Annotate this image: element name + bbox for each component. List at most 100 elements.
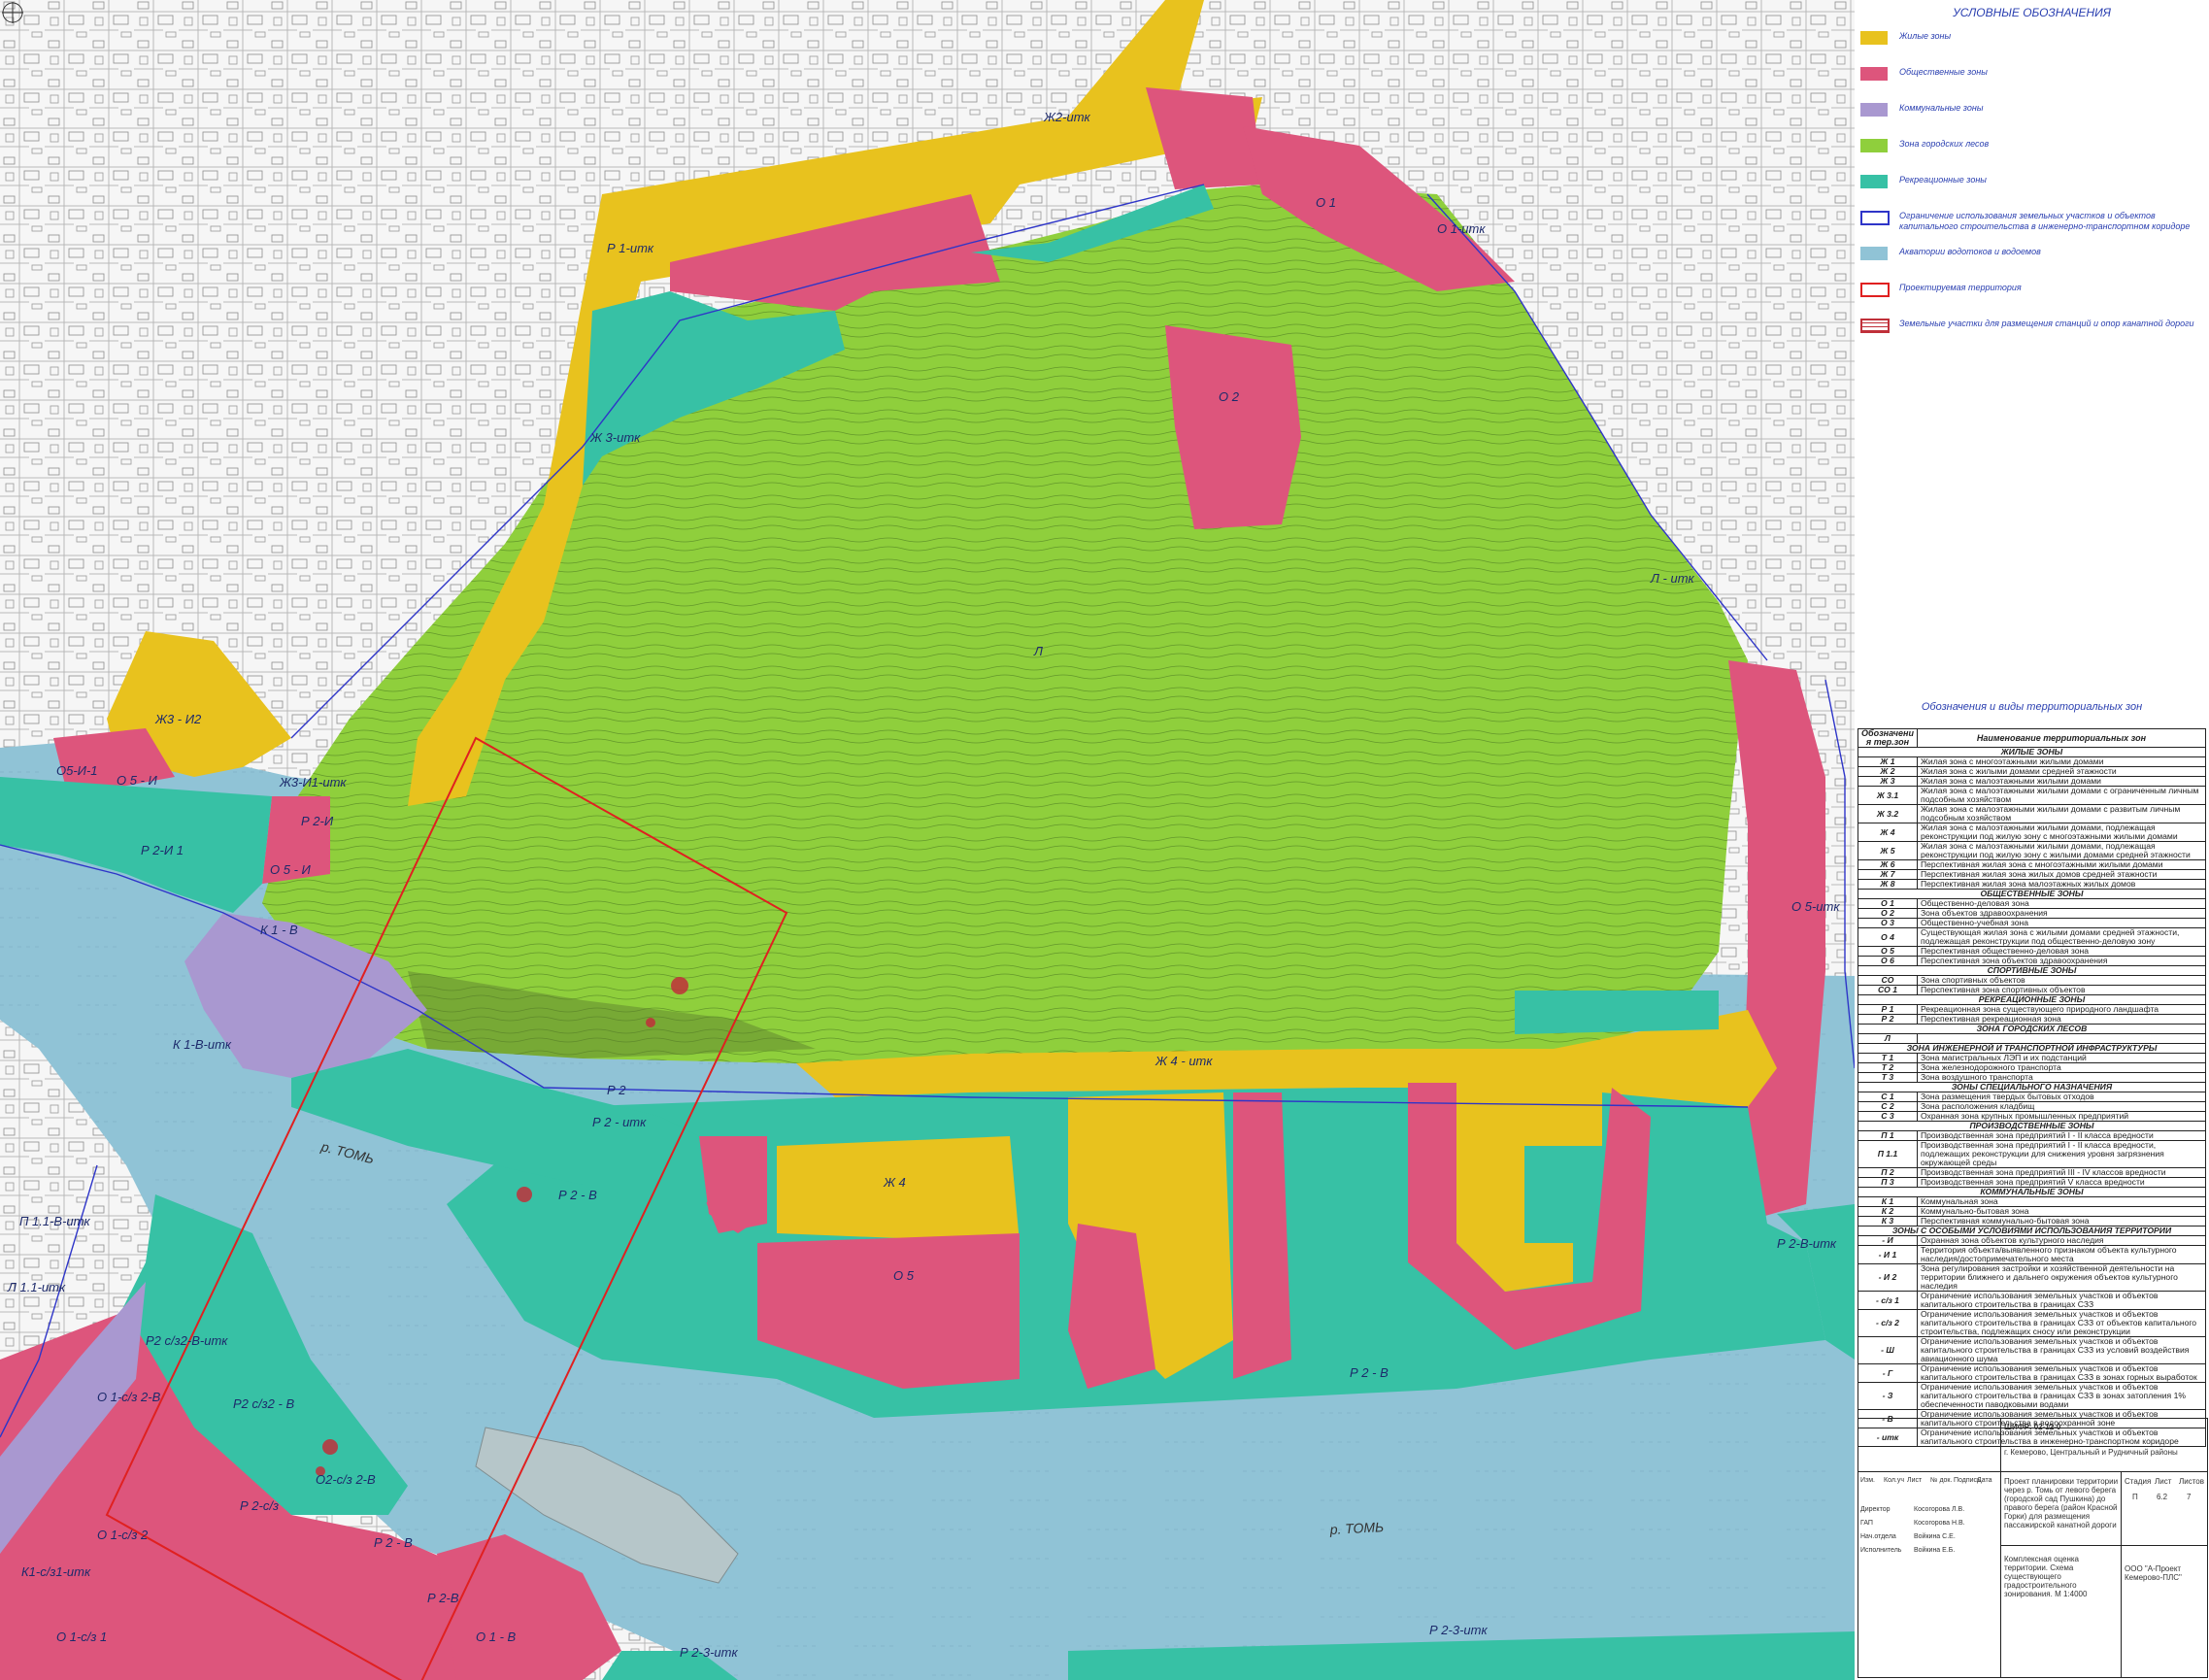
legend-swatch — [1860, 247, 1888, 260]
zone-label: Р 2-с/з — [240, 1498, 279, 1513]
station-marker — [322, 1439, 338, 1455]
zone-label: Р 2 - В — [558, 1188, 597, 1202]
zone-label: Ж 4 - итк — [1155, 1054, 1213, 1068]
zone-label: Р 2-В — [427, 1591, 459, 1605]
zone-label: О2-с/з 2-В — [316, 1472, 376, 1487]
stamp-stage-label: Стадия — [2125, 1477, 2152, 1486]
zone-section-title: ПРОИЗВОДСТВЕННЫЕ ЗОНЫ — [1858, 1121, 2206, 1131]
stamp-col-header: Дата — [1977, 1477, 1992, 1484]
zone-table-row: Ж 7 Перспективная жилая зона жилых домов … — [1858, 869, 2207, 880]
stamp-sheet-title: Комплексная оценка территории. Схема сущ… — [2004, 1555, 2088, 1598]
zone-name: Общественно-учебная зона — [1916, 918, 2207, 928]
zone-name: Существующая жилая зона с жилыми домами … — [1916, 927, 2207, 947]
zone-name: Общественно-деловая зона — [1916, 898, 2207, 909]
zone-label: Ж 4 — [883, 1175, 906, 1190]
zone-name: Жилая зона с многоэтажными жилыми домами — [1916, 756, 2207, 767]
zone-label: О 5 — [893, 1268, 915, 1283]
zone-code: - И 2 — [1858, 1263, 1918, 1292]
zone-code: К 1 — [1858, 1196, 1918, 1207]
zone-name: Зона спортивных объектов — [1916, 975, 2207, 986]
zone-name: Перспективная зона спортивных объектов — [1916, 985, 2207, 995]
zone-code: О 6 — [1858, 956, 1918, 966]
zone-table-row: - с/з 1 Ограничение использования земельн… — [1858, 1291, 2207, 1310]
zone-table-row: - Ш Ограничение использования земельных у… — [1858, 1336, 2207, 1364]
zone-code: Р 2 — [1858, 1014, 1918, 1025]
zone-table-row: Ж 6 Перспективная жилая зона с многоэтажн… — [1858, 859, 2207, 870]
zone-name: Жилая зона с малоэтажными жилыми домами,… — [1916, 823, 2207, 842]
zone-label: Р 2-3-итк — [680, 1645, 738, 1660]
zone-label: О 1-с/з 1 — [56, 1630, 107, 1644]
zone-code: Ж 4 — [1858, 823, 1918, 842]
legend-swatch — [1860, 139, 1888, 152]
zone-label: Р 2-В-итк — [1777, 1236, 1837, 1251]
zone-table-section: ЖИЛЫЕ ЗОНЫ — [1858, 747, 2206, 757]
zone-section-title: КОММУНАЛЬНЫЕ ЗОНЫ — [1858, 1187, 2206, 1197]
zone-name: Перспективная жилая зона малоэтажных жил… — [1916, 879, 2207, 890]
stamp-col-header: № док. — [1930, 1477, 1953, 1484]
zone-code: Ж 1 — [1858, 756, 1918, 767]
zone-label: О 1 — [1316, 195, 1336, 210]
zone-table-row: С 1 Зона размещения твердых бытовых отход… — [1858, 1092, 2207, 1102]
zone-name: Производственная зона предприятий I - II… — [1916, 1130, 2207, 1141]
zone-code: Ж 7 — [1858, 869, 1918, 880]
stamp-project: Проект планировки территории через р. То… — [2004, 1477, 2119, 1529]
zone-label: Ж2-итк — [1043, 110, 1091, 124]
zone-section-title: ОБЩЕСТВЕННЫЕ ЗОНЫ — [1858, 889, 2206, 899]
zone-name: Жилая зона с малоэтажными жилыми домами … — [1916, 804, 2207, 823]
zone-label: Р 2 - В — [374, 1535, 413, 1550]
zone-code: Ж 8 — [1858, 879, 1918, 890]
station-marker — [517, 1187, 532, 1202]
stamp-sheets-label: Листов — [2179, 1477, 2204, 1486]
zone-code: Т 1 — [1858, 1053, 1918, 1063]
zone-label: Ж3 - И2 — [154, 712, 202, 726]
zone-section-title: ЗОНЫ СПЕЦИАЛЬНОГО НАЗНАЧЕНИЯ — [1858, 1082, 2206, 1092]
stamp-col-header: Лист — [1907, 1477, 1923, 1484]
legend-item: Акватории водотоков и водоемов — [1860, 245, 2205, 268]
zone-code: С 2 — [1858, 1101, 1918, 1112]
zone-table-row: Р 2 Перспективная рекреационная зона — [1858, 1014, 2207, 1025]
zoning-map[interactable]: Л Л - итк Ж2-итк Р 1-итк Ж 3-итк Ж3 - И2… — [0, 0, 1855, 1680]
zone-table-row: П 3 Производственная зона предприятий V к… — [1858, 1177, 2207, 1188]
legend-label: Зона городских лесов — [1899, 139, 1990, 149]
zone-name: Зона воздушного транспорта — [1916, 1072, 2207, 1083]
stamp-signer-name: Косогорова Н.В. — [1914, 1520, 1965, 1527]
zone-table-row: - З Ограничение использования земельных у… — [1858, 1382, 2207, 1410]
zone-table-row: СО 1 Перспективная зона спортивных объект… — [1858, 985, 2207, 995]
zone-table-head-name: Наименование территориальных зон — [1916, 728, 2207, 748]
zone-label: К1-с/з1-итк — [21, 1564, 91, 1579]
zone-table-row: П 1.1 Производственная зона предприятий I… — [1858, 1140, 2207, 1168]
zone-label: Р2 с/з2 - В — [233, 1396, 294, 1411]
stamp-signer-role: ГАП — [1860, 1520, 1873, 1527]
zone-name: Охранная зона объектов культурного насле… — [1916, 1235, 2207, 1246]
zone-code: О 3 — [1858, 918, 1918, 928]
legend-panel: УСЛОВНЫЕ ОБОЗНАЧЕНИЯ Жилые зоны Обществен… — [1855, 0, 2209, 1680]
zone-table-section: ЗОНЫ С ОСОБЫМИ УСЛОВИЯМИ ИСПОЛЬЗОВАНИЯ Т… — [1858, 1226, 2206, 1236]
stamp-signer-name: Войкина С.Е. — [1914, 1533, 1956, 1540]
zone-code: П 2 — [1858, 1167, 1918, 1178]
rec-p2-east — [1515, 991, 1719, 1034]
zone-table-row: Ж 3 Жилая зона с малоэтажными жилыми дома… — [1858, 776, 2207, 787]
zone-name: Перспективная жилая зона с многоэтажными… — [1916, 859, 2207, 870]
stamp-sheet: 6.2 — [2157, 1493, 2168, 1501]
res-zh4-a — [777, 1136, 1020, 1243]
zone-name: Жилая зона с жилыми домами средней этажн… — [1916, 766, 2207, 777]
zone-code: СО — [1858, 975, 1918, 986]
zone-name: Коммунальная зона — [1916, 1196, 2207, 1207]
legend-label: Ограничение использования земельных учас… — [1899, 211, 2191, 231]
stamp-code: ШИФР: 02-12-0 — [2004, 1423, 2061, 1431]
zone-label: Р 2-И — [301, 814, 334, 828]
legend-label: Общественные зоны — [1899, 67, 1988, 77]
stamp-signer-role: Директор — [1860, 1506, 1891, 1513]
legend-swatch — [1860, 67, 1888, 81]
zone-table-row: Л — [1858, 1033, 2207, 1044]
zone-table-row: О 1 Общественно-деловая зона — [1858, 898, 2207, 909]
legend-item: Ограничение использования земельных учас… — [1860, 209, 2205, 232]
zone-code: - Г — [1858, 1363, 1918, 1383]
zone-section-title: РЕКРЕАЦИОННЫЕ ЗОНЫ — [1858, 994, 2206, 1005]
zone-name: Ограничение использования земельных учас… — [1916, 1309, 2207, 1337]
zone-code: С 3 — [1858, 1111, 1918, 1122]
zone-table-section: ОБЩЕСТВЕННЫЕ ЗОНЫ — [1858, 889, 2206, 899]
zone-label: Ж3-И1-итк — [279, 775, 347, 790]
zone-label: К 1 - В — [260, 923, 298, 937]
zone-label: О 1-с/з 2-В — [97, 1390, 161, 1404]
